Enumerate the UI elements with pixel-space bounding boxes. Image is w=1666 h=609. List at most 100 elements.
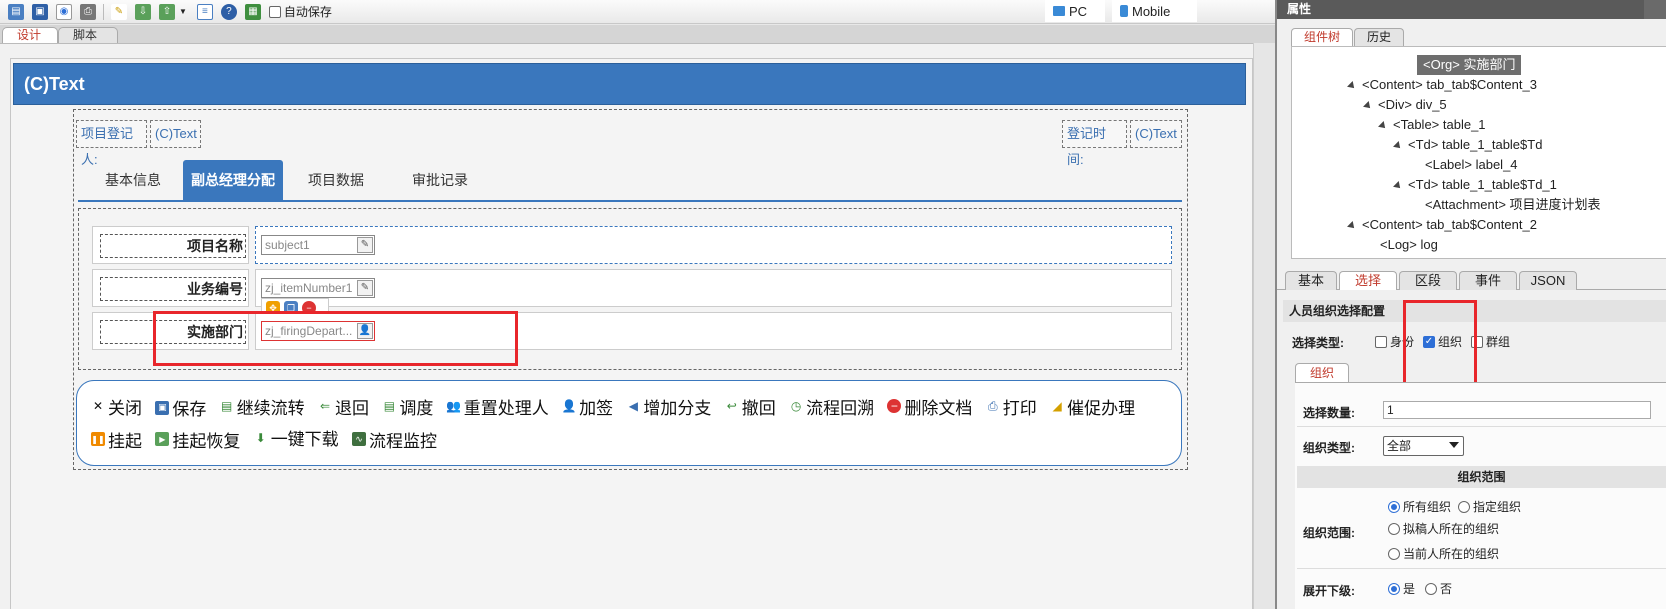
value-cell[interactable]: subject1 ✎ [255, 226, 1172, 264]
edit-icon[interactable]: ✎ [357, 237, 373, 253]
tree-node[interactable]: <Table> table_1 [1378, 115, 1486, 135]
expand-caret-icon[interactable] [1378, 121, 1388, 131]
preview-eye-icon[interactable]: ◉ [56, 3, 72, 20]
panel-scroll-handle[interactable] [1644, 0, 1666, 19]
tab-design[interactable]: 设计 [2, 27, 58, 43]
help-icon[interactable]: ? [220, 3, 237, 20]
mode-mobile-button[interactable]: Mobile [1112, 0, 1197, 22]
range-current-user-org[interactable]: 当前人所在的组织 [1388, 545, 1499, 562]
add-sign-button[interactable]: 👤 加签 [562, 391, 613, 421]
expand-caret-icon[interactable] [1347, 221, 1357, 231]
radio-all-orgs[interactable] [1388, 500, 1400, 513]
reset-handler-button[interactable]: 👥 重置处理人 [446, 391, 548, 421]
expand-caret-icon[interactable] [1347, 81, 1357, 91]
tab-select[interactable]: 选择 [1339, 271, 1397, 290]
tab-basic-info[interactable]: 基本信息 [86, 160, 180, 200]
expand-yes[interactable]: 是 [1388, 580, 1415, 597]
registrant-label[interactable]: 项目登记人: [76, 120, 147, 167]
print-icon[interactable]: ⎙ [80, 3, 96, 20]
save-icon: ▣ [155, 400, 170, 415]
tree-node[interactable]: <Content> tab_tab$Content_2 [1347, 215, 1537, 235]
register-time-value[interactable]: (C)Text [1130, 120, 1182, 148]
value-cell[interactable]: zj_itemNumber1 ✎ [255, 269, 1172, 307]
tab-project-data[interactable]: 项目数据 [286, 160, 386, 200]
mode-pc-button[interactable]: PC [1045, 0, 1105, 22]
register-time-label[interactable]: 登记时间: [1062, 120, 1127, 167]
project-name-input[interactable]: subject1 ✎ [261, 235, 375, 255]
count-input[interactable]: 1 [1383, 401, 1651, 419]
tab-script[interactable]: 脚本 [58, 27, 118, 43]
continue-flow-button[interactable]: ▤ 继续流转 [220, 391, 305, 421]
tree-node[interactable]: <Content> tab_tab$Content_3 [1347, 75, 1537, 95]
suspend-button[interactable]: ❚❚ 挂起 [91, 424, 142, 454]
autosave-check-box[interactable] [268, 5, 281, 18]
label-cell[interactable]: 项目名称 [92, 226, 249, 264]
component-tree[interactable]: <Org> 实施部门 <Content> tab_tab$Content_3 <… [1291, 46, 1666, 259]
field-label[interactable]: 业务编号 [100, 277, 246, 301]
registrant-value[interactable]: (C)Text [150, 120, 201, 148]
export-icon[interactable]: ⇧ [159, 3, 175, 20]
urge-button[interactable]: ◢ 催促办理 [1050, 391, 1136, 421]
form-header[interactable]: (C)Text [13, 63, 1246, 105]
return-button[interactable]: ⇐ 退回 [318, 391, 369, 421]
autosave-checkbox[interactable]: 自动保存 [268, 3, 332, 20]
canvas-scrollbar[interactable] [1253, 43, 1275, 609]
dropdown-arrow-icon[interactable]: ▼ [179, 7, 187, 16]
tab-approval-records[interactable]: 审批记录 [390, 160, 490, 200]
tree-node[interactable]: <Td> table_1_table$Td [1393, 135, 1542, 155]
business-number-input[interactable]: zj_itemNumber1 ✎ [261, 278, 375, 298]
field-label[interactable]: 项目名称 [100, 234, 246, 258]
range-specified-orgs[interactable]: 指定组织 [1458, 498, 1521, 515]
edit-icon[interactable]: ✎ [357, 280, 373, 296]
withdraw-button[interactable]: ↩ 撤回 [725, 391, 776, 421]
tab-json[interactable]: JSON [1519, 271, 1577, 290]
dispatch-button[interactable]: ▤ 调度 [382, 391, 434, 421]
form-icon[interactable]: ≡ [196, 3, 213, 20]
radio-expand-yes[interactable] [1388, 582, 1400, 595]
expand-caret-icon[interactable] [1393, 141, 1403, 151]
add-branch-button[interactable]: ◀ 增加分支 [626, 391, 712, 421]
tree-node[interactable]: <Label> label_4 [1425, 155, 1518, 175]
new-document-icon[interactable]: ▤ [8, 3, 24, 20]
tree-node[interactable]: <Org> 实施部门 [1417, 55, 1522, 75]
close-button[interactable]: ✕ 关闭 [91, 391, 142, 421]
tab-vp-assignment[interactable]: 副总经理分配 [183, 160, 283, 200]
tab-section[interactable]: 区段 [1399, 271, 1457, 290]
tab-org-config[interactable]: 组织 [1295, 363, 1350, 382]
expand-caret-icon[interactable] [1363, 101, 1373, 111]
field-row-project-name: 项目名称 subject1 ✎ [92, 226, 1172, 264]
tree-node[interactable]: <Log> log [1380, 235, 1438, 255]
save-button[interactable]: ▣ 保存 [155, 393, 206, 423]
download-all-button[interactable]: ⬇ 一键下载 [254, 423, 339, 453]
identity-checkbox[interactable] [1375, 335, 1387, 348]
wand-icon[interactable]: ✎ [111, 3, 127, 20]
range-drafter-org[interactable]: 拟稿人所在的组织 [1388, 520, 1499, 537]
import-icon[interactable]: ⇩ [135, 3, 151, 20]
save-icon[interactable]: ▣ [32, 3, 48, 20]
radio-specified-orgs[interactable] [1458, 500, 1470, 513]
tree-node[interactable]: <Td> table_1_table$Td_1 [1393, 175, 1557, 195]
delete-document-button[interactable]: − 删除文档 [887, 391, 972, 421]
radio-current-user-org[interactable] [1388, 547, 1400, 560]
property-tabs: 基本 选择 区段 事件 JSON [1277, 269, 1666, 290]
layers-icon[interactable]: ▦ [244, 3, 261, 20]
org-type-select[interactable]: 全部 [1383, 436, 1464, 456]
flow-monitor-button[interactable]: ∿ 流程监控 [352, 424, 437, 454]
radio-expand-no[interactable] [1425, 582, 1437, 595]
flow-trace-button[interactable]: ◷ 流程回溯 [789, 391, 874, 421]
resume-button[interactable]: ▶ 挂起恢复 [155, 424, 240, 454]
tree-node[interactable]: <Div> div_5 [1363, 95, 1447, 115]
label-cell[interactable]: 业务编号 [92, 269, 249, 307]
tab-component-tree[interactable]: 组件树 [1291, 28, 1354, 46]
tab-events[interactable]: 事件 [1459, 271, 1517, 290]
tree-node[interactable]: <Attachment> 项目进度计划表 [1425, 195, 1601, 215]
expand-no[interactable]: 否 [1425, 580, 1452, 597]
range-all-orgs[interactable]: 所有组织 [1388, 498, 1451, 515]
tab-history[interactable]: 历史 [1354, 28, 1405, 46]
action-label: 关闭 [108, 398, 142, 418]
expand-caret-icon[interactable] [1393, 181, 1403, 191]
tab-basic[interactable]: 基本 [1285, 271, 1337, 290]
radio-drafter-org[interactable] [1388, 522, 1400, 535]
option-label: 所有组织 [1403, 500, 1452, 514]
print-button[interactable]: ⎙ 打印 [986, 392, 1037, 422]
